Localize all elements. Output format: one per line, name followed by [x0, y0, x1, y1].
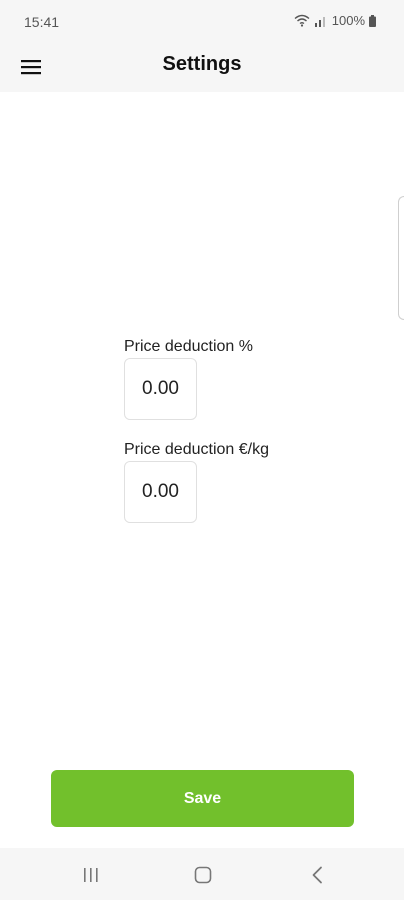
signal-icon	[314, 15, 328, 27]
price-deduction-percent-label: Price deduction %	[124, 338, 253, 355]
status-indicators: 100%	[294, 13, 376, 28]
status-bar: 15:41 100%	[0, 0, 404, 46]
settings-screen: 15:41 100% Settings Price deduction % 0.…	[0, 0, 404, 900]
price-deduction-percent-input[interactable]	[124, 358, 197, 420]
status-time: 15:41	[24, 14, 60, 30]
battery-icon	[369, 14, 376, 27]
home-icon[interactable]	[189, 862, 217, 888]
price-deduction-per-kg-label: Price deduction €/kg	[124, 441, 269, 458]
recent-apps-icon[interactable]	[77, 862, 105, 888]
back-icon[interactable]	[303, 862, 331, 888]
edge-panel-handle[interactable]	[398, 196, 404, 320]
page-title: Settings	[162, 53, 242, 75]
price-deduction-per-kg-input[interactable]	[124, 461, 197, 523]
system-nav-bar	[0, 848, 404, 900]
wifi-icon	[294, 14, 310, 27]
save-button[interactable]: Save	[51, 770, 354, 827]
app-bar: Settings	[0, 46, 404, 92]
battery-percent: 100%	[331, 13, 365, 28]
